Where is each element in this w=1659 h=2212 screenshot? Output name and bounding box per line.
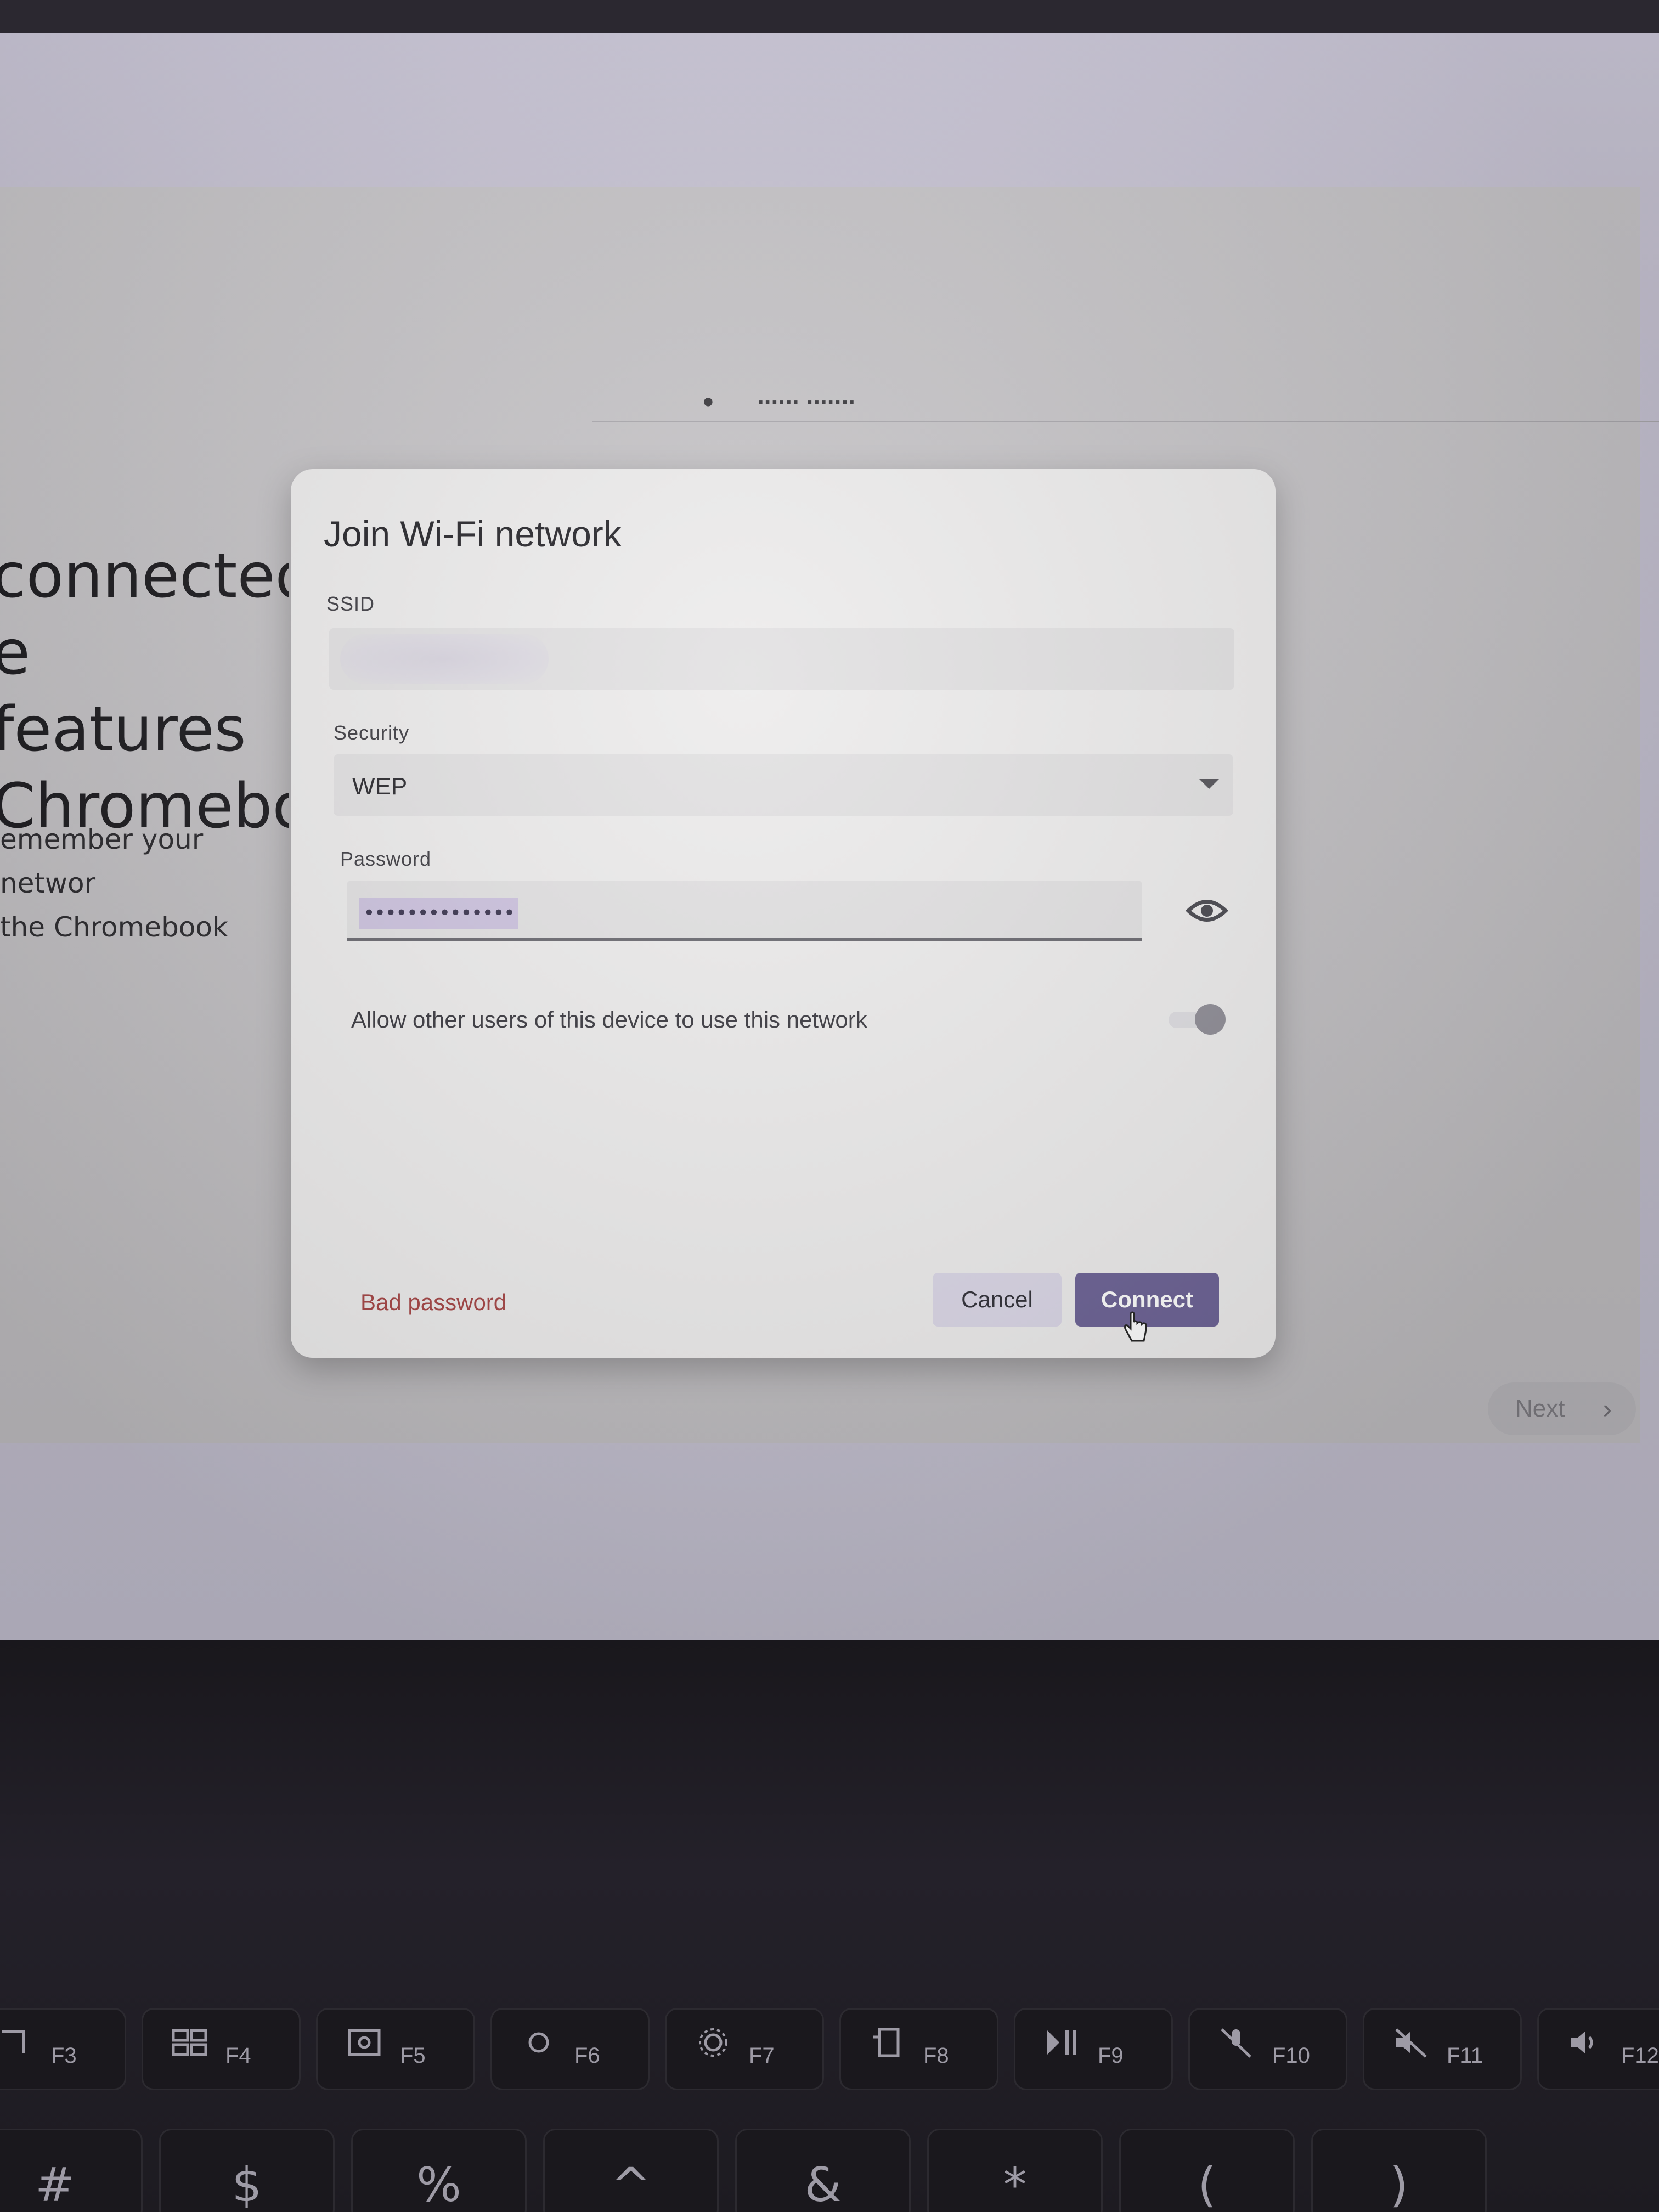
password-label: Password: [340, 848, 432, 870]
background-network-name: ...... .......: [757, 381, 855, 410]
key-label: ^: [611, 2158, 651, 2212]
eye-icon[interactable]: [1185, 891, 1229, 930]
back-icon: [0, 2026, 35, 2059]
brightness-up-icon: [694, 2026, 732, 2059]
number-row-key[interactable]: $: [159, 2129, 335, 2212]
key-label: %: [416, 2158, 461, 2212]
number-row-key[interactable]: ): [1311, 2129, 1487, 2212]
brightness-down-icon: [520, 2026, 558, 2059]
volume-mute-icon: [1392, 2026, 1430, 2059]
number-key-row: # $% ^ & * (): [0, 2129, 1659, 2212]
key-label: F7: [749, 2044, 775, 2068]
key-label: F6: [574, 2044, 600, 2068]
key-f11[interactable]: F11: [1363, 2008, 1522, 2090]
dialog-title: Join Wi-Fi network: [324, 514, 622, 554]
number-row-key[interactable]: ^: [543, 2129, 719, 2212]
ssid-input[interactable]: [329, 628, 1234, 690]
key-f9[interactable]: F9: [1014, 2008, 1173, 2090]
key-f6[interactable]: F6: [490, 2008, 650, 2090]
security-label: Security: [334, 721, 410, 744]
key-label: ): [1390, 2158, 1408, 2212]
share-network-label: Allow other users of this device to use …: [351, 1007, 867, 1032]
share-network-toggle[interactable]: [1169, 1004, 1229, 1035]
key-label: $: [232, 2158, 262, 2212]
key-label: F12: [1621, 2044, 1659, 2068]
number-row-key[interactable]: #: [0, 2129, 143, 2212]
key-label: F5: [400, 2044, 426, 2068]
hand-cursor-icon: [1122, 1311, 1149, 1344]
password-value: ••••••••••••••: [359, 898, 519, 929]
key-f4[interactable]: F4: [142, 2008, 301, 2090]
key-label: *: [1003, 2158, 1027, 2212]
privacy-screen-icon: [868, 2026, 907, 2059]
ssid-label: SSID: [326, 592, 375, 615]
page-title: connected e features Chromebo: [0, 540, 289, 842]
key-label: F8: [923, 2044, 949, 2068]
key-f10[interactable]: F10: [1188, 2008, 1347, 2090]
key-label: #: [35, 2158, 75, 2212]
key-f5[interactable]: F5: [316, 2008, 475, 2090]
next-button[interactable]: Next ›: [1488, 1383, 1636, 1435]
keyboard: [0, 1640, 1659, 2212]
password-input[interactable]: ••••••••••••••: [347, 881, 1142, 941]
chromebook-screen: ● ...... ....... connected e features Ch…: [0, 33, 1659, 1640]
number-row-key[interactable]: *: [927, 2129, 1103, 2212]
mic-mute-icon: [1217, 2026, 1256, 2059]
number-row-key[interactable]: &: [735, 2129, 911, 2212]
key-label: F9: [1098, 2044, 1124, 2068]
key-f12[interactable]: F12: [1537, 2008, 1659, 2090]
next-label: Next: [1515, 1395, 1565, 1422]
lock-icon: ●: [702, 390, 714, 412]
cancel-button[interactable]: Cancel: [933, 1273, 1062, 1327]
key-label: F10: [1272, 2044, 1310, 2068]
key-label: F11: [1447, 2044, 1483, 2068]
key-f8[interactable]: F8: [839, 2008, 998, 2090]
overview-icon: [171, 2026, 209, 2059]
security-value: WEP: [352, 773, 408, 800]
chevron-right-icon: ›: [1602, 1393, 1612, 1424]
ssid-value-redacted: [340, 634, 549, 684]
play-pause-icon: [1043, 2026, 1081, 2059]
toggle-knob: [1195, 1004, 1226, 1035]
number-row-key[interactable]: %: [351, 2129, 527, 2212]
key-f7[interactable]: F7: [665, 2008, 824, 2090]
screenshot-icon: [345, 2026, 383, 2059]
key-f3[interactable]: F3: [0, 2008, 126, 2090]
key-label: (: [1198, 2158, 1216, 2212]
page-description: emember your networ the Chromebook: [0, 823, 228, 943]
key-label: &: [804, 2158, 842, 2212]
key-label: F4: [225, 2044, 251, 2068]
number-row-key[interactable]: (: [1119, 2129, 1295, 2212]
security-select[interactable]: WEP: [334, 754, 1233, 816]
background-network-item[interactable]: ● ...... .......: [592, 373, 1659, 422]
error-message: Bad password: [360, 1289, 507, 1315]
volume-up-icon: [1566, 2026, 1605, 2059]
dropdown-arrow-icon: [1199, 779, 1219, 789]
join-wifi-dialog: Join Wi-Fi network SSID Security WEP Pas…: [291, 469, 1276, 1358]
key-label: F3: [51, 2044, 77, 2068]
function-key-row: F3 F4 F5 F6 F7 F8 F9 F10 F11 F12: [0, 2008, 1659, 2096]
